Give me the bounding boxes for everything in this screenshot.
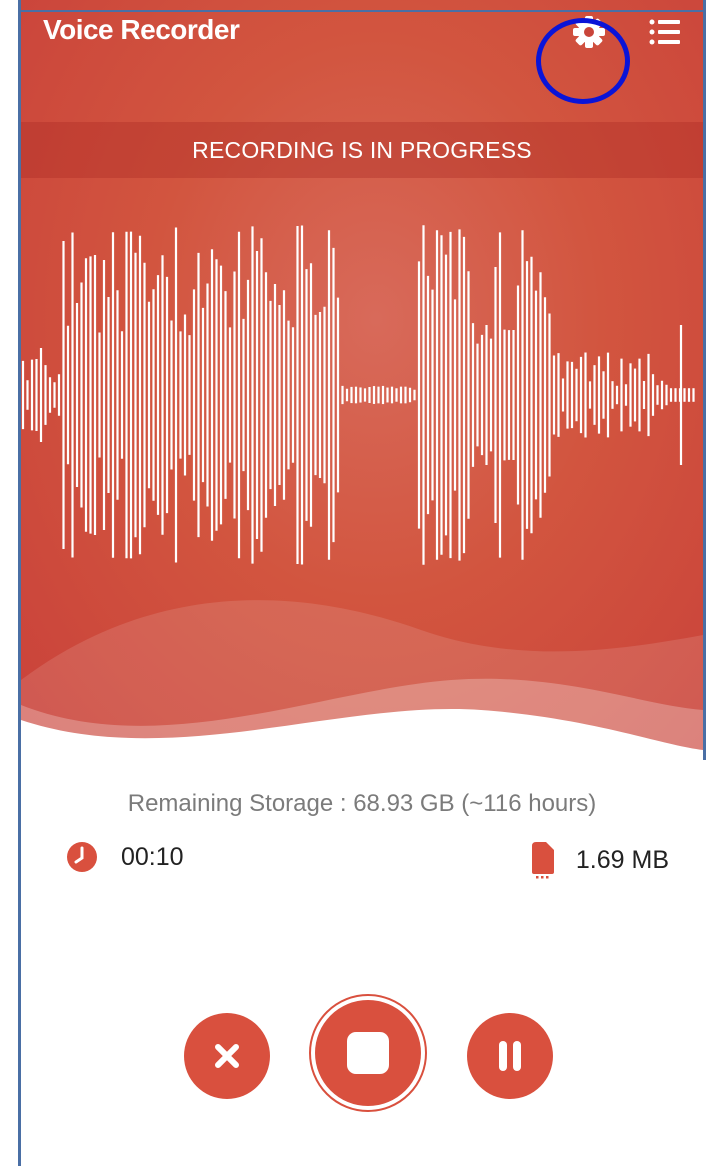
- sd-card-icon: [531, 842, 554, 879]
- screenshot-border-top: [18, 10, 706, 12]
- file-size: 1.69 MB: [530, 840, 669, 880]
- elapsed-time-value: 00:10: [121, 842, 184, 871]
- remaining-storage-text: Remaining Storage : 68.93 GB (~116 hours…: [127, 790, 597, 817]
- close-icon: [215, 1044, 239, 1068]
- audio-waveform: [21, 225, 695, 565]
- stop-icon: [347, 1032, 389, 1074]
- recording-status-text: RECORDING IS IN PROGRESS: [192, 136, 532, 163]
- pause-recording-button[interactable]: [467, 1013, 553, 1099]
- recording-info-panel: Remaining Storage : 68.93 GB (~116 hours…: [21, 760, 703, 1166]
- cancel-recording-button[interactable]: [184, 1013, 270, 1099]
- recording-header: Voice Recorder RECORDING IS IN PROGRESS: [21, 0, 703, 760]
- screenshot-border-right: [703, 0, 706, 760]
- screenshot-border-left: [18, 0, 21, 1166]
- highlight-circle: [536, 18, 630, 104]
- pause-icon: [499, 1041, 521, 1071]
- clock-icon: [67, 842, 97, 872]
- file-size-value: 1.69 MB: [575, 845, 669, 874]
- wave-decoration: [21, 600, 703, 760]
- recordings-list-button[interactable]: [645, 14, 685, 50]
- app-title: Voice Recorder: [43, 14, 240, 45]
- recording-controls: [21, 980, 703, 1112]
- recording-status-banner: RECORDING IS IN PROGRESS: [21, 122, 703, 178]
- elapsed-time: 00:10: [65, 840, 184, 874]
- list-icon: [649, 19, 680, 45]
- stop-recording-button[interactable]: [309, 994, 427, 1112]
